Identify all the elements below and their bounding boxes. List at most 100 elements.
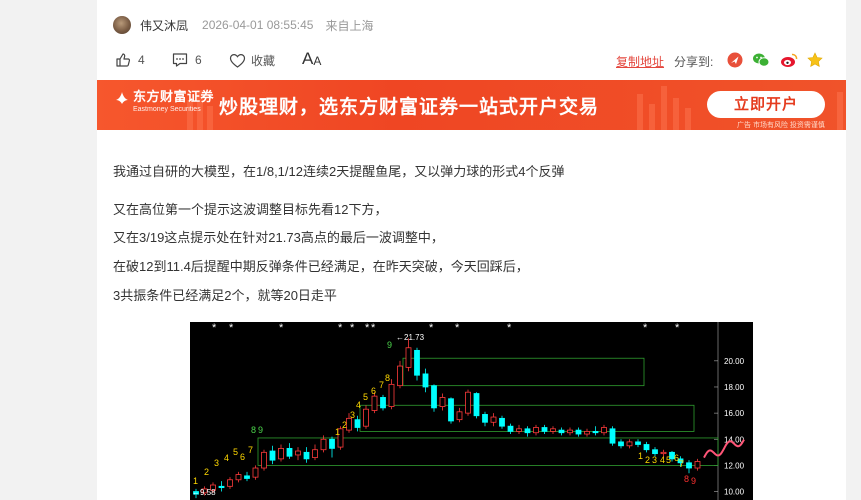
candle-down	[558, 429, 565, 434]
article-paragraph: 又在3/19这点提示处在针对21.73高点的最后一波调整中，	[113, 230, 444, 245]
price-tick-label: 10.00	[724, 488, 745, 497]
star-marker: *	[455, 322, 460, 334]
price-tick-label: 18.00	[724, 383, 745, 392]
candle-down	[414, 349, 420, 376]
candle-up	[371, 395, 378, 411]
ad-disclaimer: 广告 市场有风险 投资需谨慎	[737, 122, 825, 129]
candle-up	[252, 467, 259, 478]
candle-up	[363, 408, 369, 427]
countdown-label: 1	[638, 451, 643, 461]
candle-up	[660, 451, 667, 455]
star-marker: *	[338, 322, 343, 334]
countdown-label: 8	[385, 373, 390, 383]
candle-down	[329, 438, 335, 449]
font-size-small-label: A	[313, 54, 322, 68]
candle-down	[380, 397, 386, 409]
copy-link[interactable]: 复制地址	[616, 53, 664, 70]
like-count: 4	[138, 53, 145, 67]
article-paragraph: 又在高位第一个提示这波调整目标先看12下方，	[113, 202, 388, 217]
countdown-label: 2	[204, 467, 209, 477]
candle-up	[312, 449, 318, 458]
comment-icon	[172, 53, 188, 67]
banner-slogan: 炒股理财，选东方财富证券一站式开户交易	[219, 97, 600, 118]
stock-candlestick-chart[interactable]: 20.0018.0016.0014.0012.0010.00* * * * * * * * * *…	[190, 322, 753, 500]
candle-down	[499, 417, 505, 427]
countdown-label: 4	[660, 455, 665, 465]
star-marker: *	[279, 322, 284, 334]
countdown-label: 6	[240, 452, 245, 462]
like-button[interactable]: 4	[115, 52, 145, 68]
open-account-button[interactable]: 立即开户	[707, 91, 825, 118]
countdown-label: 9	[691, 476, 696, 486]
avatar[interactable]	[113, 16, 131, 34]
star-marker: *	[212, 322, 217, 334]
candle-up	[601, 427, 607, 434]
candle-down	[482, 414, 488, 423]
ad-banner[interactable]: 东方财富证券 Eastmoney Securities 炒股理财，选东方财富证券…	[97, 80, 846, 130]
eastmoney-logo-icon	[116, 92, 128, 104]
candle-down	[354, 419, 361, 428]
candle-down	[448, 398, 454, 422]
font-size-large-label: A	[302, 49, 314, 68]
candle-down	[652, 449, 658, 455]
candle-up	[694, 461, 701, 469]
consolidation-box	[402, 357, 645, 387]
candle-down	[635, 441, 641, 445]
eastmoney-logo: 东方财富证券 Eastmoney Securities	[115, 89, 214, 114]
star-marker: *	[429, 322, 434, 334]
countdown-label: 9	[387, 340, 392, 350]
countdown-label: 1	[193, 476, 198, 486]
star-icon[interactable]	[807, 52, 823, 68]
candle-up	[346, 417, 352, 431]
candle-up	[397, 365, 403, 387]
candle-up	[490, 416, 497, 423]
candle-up	[465, 391, 471, 414]
countdown-label: 4	[224, 453, 229, 463]
countdown-label: 3	[350, 410, 355, 420]
article-paragraph: 3共振条件已经满足2个，就等20日走平	[113, 288, 337, 303]
countdown-label: 7	[679, 459, 684, 469]
star-marker: *	[350, 322, 355, 334]
comment-count: 6	[195, 53, 202, 67]
wechat-icon[interactable]	[752, 52, 770, 68]
countdown-label: 5	[233, 447, 238, 457]
low-price-annotation: ←9.58	[192, 488, 216, 497]
candle-up	[516, 428, 522, 432]
candle-down	[269, 450, 276, 461]
toutiao-icon[interactable]	[727, 52, 743, 68]
price-tick-label: 20.00	[724, 357, 745, 366]
candle-down	[592, 431, 599, 434]
candle-down	[473, 393, 480, 417]
star-marker: *	[229, 322, 234, 334]
candle-up	[405, 347, 412, 368]
post-location: 来自上海	[325, 18, 374, 33]
logo-chinese-text: 东方财富证券	[133, 89, 215, 104]
countdown-label: 9	[258, 425, 263, 435]
candle-up	[227, 479, 233, 487]
countdown-label: 6	[371, 386, 376, 396]
candle-down	[609, 428, 616, 444]
candle-up	[567, 429, 573, 434]
favorite-label: 收藏	[251, 54, 276, 68]
comment-button[interactable]: 6	[172, 52, 202, 68]
countdown-label: 2	[342, 420, 347, 430]
weibo-icon[interactable]	[780, 52, 798, 68]
star-marker: *	[507, 322, 512, 334]
candle-down	[431, 385, 437, 409]
article-paragraph: 我通过自研的大模型，在1/8,1/12连续2天提醒鱼尾，又以弹力球的形式4个反弹	[113, 164, 565, 179]
candle-down	[541, 427, 548, 432]
countdown-label: 7	[248, 445, 253, 455]
candle-up	[320, 438, 327, 451]
candle-down	[244, 475, 250, 479]
candle-up	[439, 397, 446, 407]
favorite-button[interactable]: 收藏	[229, 52, 275, 69]
font-size-button[interactable]: A A	[302, 49, 321, 69]
post-meta: 伟又沐凨 2026-04-01 08:55:45 来自上海	[113, 15, 373, 35]
candle-down	[686, 462, 692, 469]
candle-down	[524, 428, 531, 434]
star-marker: *	[643, 322, 648, 334]
logo-english-text: Eastmoney Securities	[133, 106, 201, 113]
author-name[interactable]: 伟又沐凨	[140, 17, 188, 34]
price-tick-label: 12.00	[724, 461, 745, 470]
candle-up	[235, 474, 242, 481]
